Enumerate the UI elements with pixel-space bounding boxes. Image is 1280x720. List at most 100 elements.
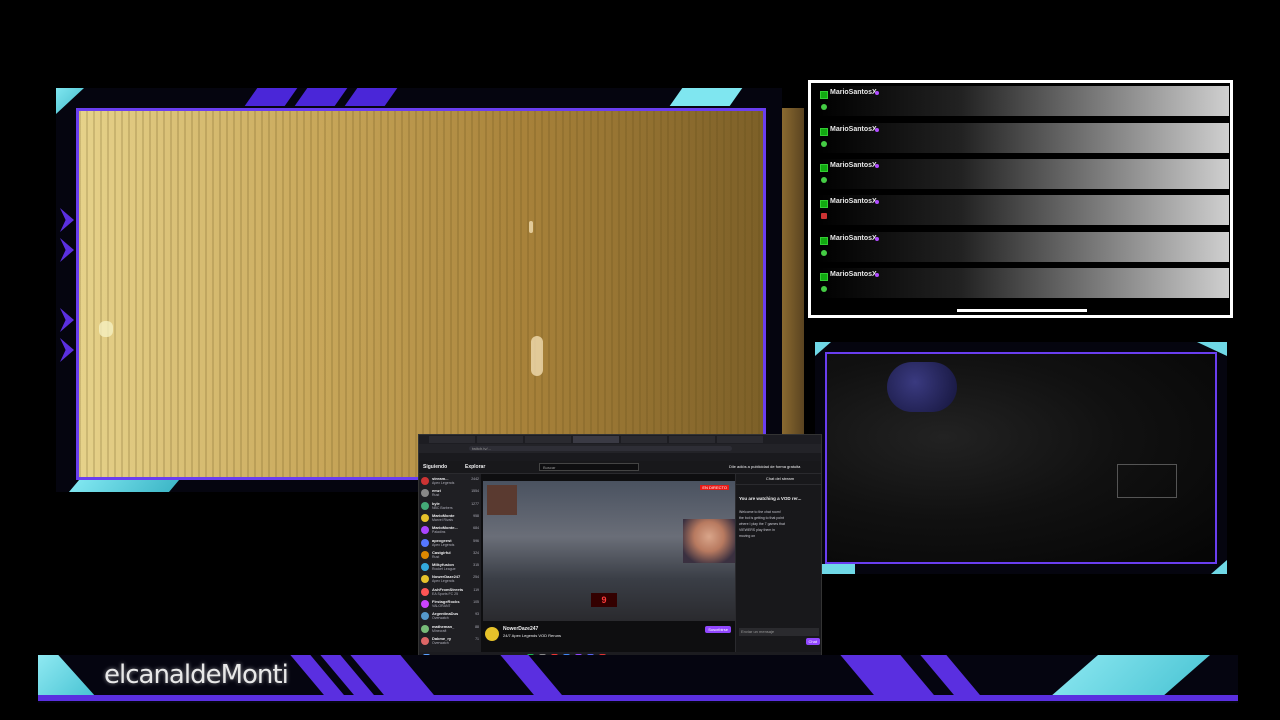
chat-username: MarioSantosX — [830, 126, 877, 133]
browser-tab[interactable] — [621, 436, 667, 443]
browser-url-bar: twitch.tv/... — [419, 444, 821, 453]
chat-line: where I play the 7 games that — [739, 522, 785, 526]
channel-game-label: Marvel Rivals — [432, 517, 454, 522]
subscriber-badge-icon — [820, 273, 828, 281]
subscriber-badge-icon — [820, 237, 828, 245]
live-badge: EN DIRECTO — [700, 485, 729, 490]
channel-game-label: EA Sports FC 25 — [432, 591, 459, 596]
sidebar-channel[interactable]: Castgirful Rust 324 — [421, 550, 479, 561]
sidebar-channel[interactable]: NowerDaze247 Apex Legends 254 — [421, 574, 479, 585]
chat-line: VIEWERS play them in — [739, 528, 775, 532]
emote-icon — [821, 177, 827, 183]
search-input[interactable]: Buscar — [539, 463, 639, 471]
channel-game-label: Apex Legends — [432, 579, 455, 584]
stream-title: 24/7 Apex Legends VOD Reruns — [503, 633, 562, 638]
channel-game-label: Rust — [432, 554, 440, 559]
vod-notice: You are watching a VOD rer... — [739, 496, 802, 501]
video-player[interactable]: EN DIRECTO 9 — [483, 481, 735, 621]
sidebar-channel[interactable]: MarioMonte... Paladins 684 — [421, 525, 479, 536]
chat-username: MarioSantosX — [830, 89, 877, 96]
sidebar-channel[interactable]: Dakme_ry Overwatch 71 — [421, 636, 479, 647]
channel-name: elcanaldeMonti — [104, 660, 289, 690]
chat-line: moving on — [739, 534, 756, 538]
browser-tab[interactable] — [573, 436, 619, 443]
frame-left-chevrons — [60, 208, 74, 368]
streamer-avatar[interactable] — [485, 627, 499, 641]
twitch-top-nav: Siguiendo Explorar Buscar Dile adiós a p… — [419, 461, 821, 474]
channel-game-label: Rocket League — [432, 567, 456, 572]
browser-tab[interactable] — [429, 436, 475, 443]
game-capture-frame — [56, 88, 782, 492]
chat-message: MarioSantosX — [817, 123, 1229, 153]
channel-avatar — [421, 550, 429, 559]
sidebar-channel[interactable]: ArgentinaDus Overwatch 93 — [421, 611, 479, 622]
channel-game-label: Minecraft — [432, 628, 447, 633]
verified-icon — [875, 237, 879, 241]
channel-avatar — [421, 526, 429, 535]
sidebar-channel[interactable]: AshFromStreets EA Sports FC 25 119 — [421, 587, 479, 598]
sidebar-channel[interactable]: matheman_ Minecraft 88 — [421, 624, 479, 635]
verified-icon — [875, 273, 879, 277]
chat-send-button[interactable]: Chat — [805, 638, 820, 645]
channel-avatar — [421, 477, 429, 485]
channel-game-label: Apex Legends — [432, 542, 455, 547]
channel-viewers: 315 — [473, 563, 479, 568]
channel-game-label: VALORANT — [432, 604, 451, 608]
subscriber-badge-icon — [820, 164, 828, 172]
verified-icon — [875, 164, 879, 168]
webcam-frame — [815, 342, 1227, 574]
channel-game-label: Apex Legends — [432, 481, 455, 485]
channel-avatar — [421, 538, 429, 547]
chat-input[interactable]: Enviar un mensaje — [739, 628, 819, 636]
channel-viewers: 254 — [473, 575, 479, 580]
nav-following[interactable]: Siguiendo — [423, 464, 447, 470]
subscribe-button[interactable]: Suscribirse — [705, 626, 731, 633]
channel-game-label: Overwatch — [432, 640, 449, 645]
streamer-facecam — [683, 519, 735, 563]
streamer-name[interactable]: NowerDaze247 — [503, 626, 538, 632]
stream-info: NowerDaze247 24/7 Apex Legends VOD Rerun… — [483, 623, 735, 651]
browser-tab[interactable] — [717, 436, 763, 443]
chat-line: the bot is getting to that point — [739, 516, 784, 520]
channel-viewers: 684 — [473, 526, 479, 531]
channel-avatar — [421, 587, 429, 596]
webcam-video-feed — [827, 354, 1215, 562]
channel-game-label: NBC Barbers — [432, 505, 453, 510]
channel-game-label: Overwatch — [432, 616, 449, 621]
sidebar-channel[interactable]: MarioMonte Marvel Rivals 958 — [421, 513, 479, 524]
channel-viewers: 958 — [473, 513, 479, 518]
browser-tab[interactable] — [669, 436, 715, 443]
chat-username: MarioSantosX — [830, 271, 877, 278]
verified-icon — [875, 200, 879, 204]
sidebar-channel[interactable]: FirstageRocks VALORANT 105 — [421, 599, 479, 610]
sidebar-channel[interactable]: stream... Apex Legends 2442 — [421, 476, 479, 487]
sidebar-channel[interactable]: Milkyfusion Rocket League 315 — [421, 562, 479, 573]
nav-explore[interactable]: Explorar — [465, 464, 485, 470]
channel-viewers: 324 — [473, 550, 479, 555]
verified-icon — [875, 128, 879, 132]
ad-free-notice[interactable]: Dile adiós a publicidad de forma gratuit… — [729, 464, 800, 469]
emote-icon — [821, 104, 827, 110]
subscriber-badge-icon — [820, 91, 828, 99]
chat-username: MarioSantosX — [830, 198, 877, 205]
webcam-subject — [887, 362, 957, 412]
twitch-chat-pane: Chat del stream You are watching a VOD r… — [735, 474, 821, 652]
sidebar-channel[interactable]: apexgeest Apex Legends 596 — [421, 538, 479, 549]
channel-avatar — [421, 600, 429, 608]
browser-tab[interactable] — [477, 436, 523, 443]
channel-viewers: 1554 — [471, 489, 479, 494]
channel-viewers: 596 — [473, 538, 479, 543]
url-input[interactable]: twitch.tv/... — [469, 446, 732, 451]
sidebar-channel[interactable]: emzi Rust 1554 — [421, 488, 479, 499]
sidebar-channel[interactable]: kyle NBC Barbers 1277 — [421, 501, 479, 512]
channel-game-label: Rust — [432, 493, 440, 498]
browser-tab[interactable] — [525, 436, 571, 443]
channel-avatar — [421, 563, 429, 572]
frame-top-stripes — [76, 88, 766, 106]
emote-icon — [821, 250, 827, 256]
game-video-feed — [79, 111, 763, 477]
banner-underline — [38, 695, 1238, 701]
channel-avatar — [421, 489, 429, 498]
verified-icon — [875, 91, 879, 95]
bookmarks-bar — [419, 453, 821, 461]
